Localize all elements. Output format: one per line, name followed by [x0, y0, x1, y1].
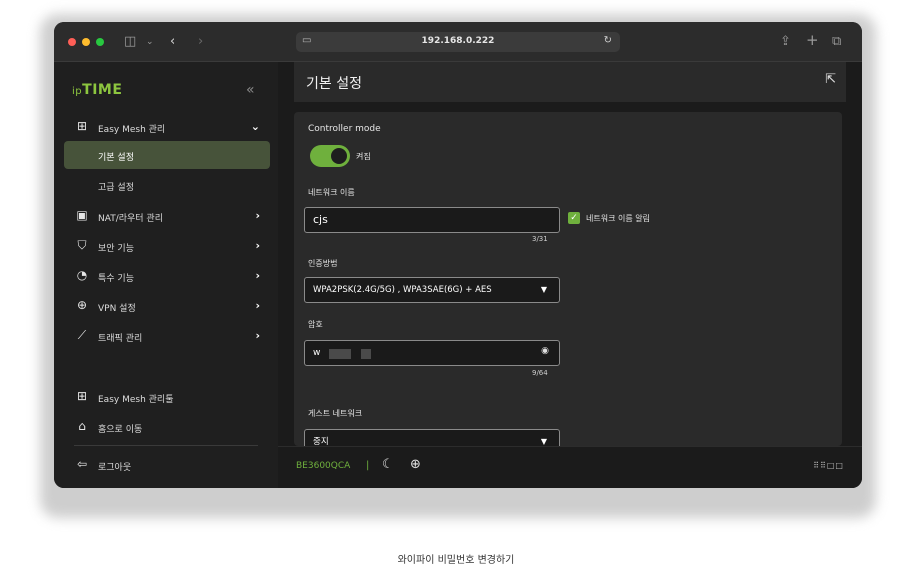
guest-network-select[interactable]: 중지 ▼ — [304, 429, 560, 446]
sidebar-item-advanced-settings[interactable]: 고급 설정 — [64, 171, 270, 199]
sidebar-item-label: 보안 기능 — [98, 244, 134, 254]
logo-prefix: ip — [72, 86, 83, 97]
back-icon[interactable]: ‹ — [170, 33, 175, 51]
network-name-label: 네트워크 이름 — [308, 188, 355, 197]
mesh-network-icon: ⊞ — [76, 389, 88, 403]
sidebar-item-basic-settings[interactable]: 기본 설정 — [64, 141, 270, 169]
chevron-right-icon: › — [255, 209, 260, 222]
password-value: w — [313, 348, 321, 358]
home-icon: ⌂ — [78, 419, 86, 433]
footer-separator: | — [366, 460, 370, 471]
password-input[interactable]: w ◉ — [304, 340, 560, 366]
reload-icon[interactable]: ↻ — [604, 35, 612, 46]
vpn-globe-icon: ⊕ — [76, 298, 88, 312]
network-name-value: cjs — [313, 213, 328, 226]
password-counter: 9/64 — [532, 369, 548, 377]
sidebar-item-label: 로그아웃 — [98, 463, 132, 473]
chevron-down-icon[interactable]: ⌄ — [146, 33, 154, 51]
toggle-knob — [331, 148, 347, 164]
caption: 와이파이 비밀번호 변경하기 — [397, 555, 515, 566]
browser-titlebar: ◫ ⌄ ‹ › ▭ 192.168.0.222 ↻ ⇪ + ⧉ — [54, 22, 862, 62]
address-url: 192.168.0.222 — [421, 36, 495, 46]
auth-method-value: WPA2PSK(2.4G/5G) , WPA3SAE(6G) + AES — [313, 285, 492, 295]
chevron-right-icon: › — [255, 329, 260, 342]
sidebar-item-label: VPN 설정 — [98, 304, 136, 314]
settings-panel: Controller mode 켜짐 네트워크 이름 cjs 3/31 ✓ 네트… — [294, 112, 842, 446]
dark-mode-icon[interactable]: ☾ — [382, 457, 394, 472]
sidebar-item-home[interactable]: ⌂ 홈으로 이동 — [64, 414, 270, 440]
auth-method-label: 인증방법 — [308, 259, 338, 268]
sidebar-item-label: 기본 설정 — [98, 153, 134, 163]
browser-window: ◫ ⌄ ‹ › ▭ 192.168.0.222 ↻ ⇪ + ⧉ ipTIME «… — [54, 22, 862, 488]
page-header: 기본 설정 ⇱ — [294, 62, 846, 102]
status-footer: BE3600QCA | ☾ ⊕ ⠿⠿□□ — [278, 446, 862, 488]
sidebar-item-label: Easy Mesh 관리 — [98, 125, 166, 135]
new-tab-icon[interactable]: + — [806, 31, 819, 49]
logo-text: TIME — [82, 82, 123, 98]
sidebar-item-traffic[interactable]: ⟋ 트래픽 관리 › — [64, 323, 270, 349]
sidebar-item-vpn[interactable]: ⊕ VPN 설정 › — [64, 293, 270, 319]
collapse-sidebar-icon[interactable]: « — [246, 82, 255, 98]
sidebar-item-label: 트래픽 관리 — [98, 334, 143, 344]
sidebar-item-easy-mesh[interactable]: ⊞ Easy Mesh 관리 ⌄ — [64, 114, 270, 140]
sidebar-item-label: 특수 기능 — [98, 274, 134, 284]
gauge-icon: ◔ — [76, 268, 88, 282]
network-name-counter: 3/31 — [532, 235, 548, 243]
page-title: 기본 설정 — [306, 76, 362, 92]
sidebar-item-nat-router[interactable]: ▣ NAT/라우터 관리 › — [64, 203, 270, 229]
sidebar-item-logout[interactable]: ⇦ 로그아웃 — [64, 452, 270, 478]
caret-down-icon: ▼ — [540, 437, 547, 446]
router-icon: ▣ — [76, 208, 88, 222]
broadcast-name-label: 네트워크 이름 알림 — [586, 214, 650, 223]
show-password-icon[interactable]: ◉ — [541, 346, 549, 356]
iptime-logo[interactable]: ipTIME — [72, 82, 122, 98]
sidebar: ipTIME « ⊞ Easy Mesh 관리 ⌄ 기본 설정 고급 설정 ▣ … — [54, 62, 278, 488]
share-icon[interactable]: ⇪ — [780, 33, 791, 51]
logout-icon: ⇦ — [76, 457, 88, 471]
controller-mode-label: Controller mode — [308, 124, 381, 134]
export-icon[interactable]: ⇱ — [825, 72, 836, 87]
mesh-network-icon: ⊞ — [76, 119, 88, 133]
shield-icon: ⛉ — [77, 238, 87, 252]
broadcast-name-checkbox[interactable]: ✓ — [568, 212, 580, 224]
controller-mode-state: 켜짐 — [356, 152, 371, 161]
password-label: 암호 — [308, 320, 323, 329]
chevron-down-icon: ⌄ — [250, 120, 260, 133]
guest-network-label: 게스트 네트워크 — [308, 409, 363, 418]
sidebar-item-label: 고급 설정 — [98, 183, 134, 193]
sidebar-item-security[interactable]: ⛉ 보안 기능 › — [64, 233, 270, 259]
sidebar-toggle-icon[interactable]: ◫ — [124, 33, 136, 51]
sidebar-item-special[interactable]: ◔ 특수 기능 › — [64, 263, 270, 289]
sidebar-divider — [74, 445, 258, 446]
minimize-window-button[interactable] — [82, 38, 90, 46]
zoom-window-button[interactable] — [96, 38, 104, 46]
forward-icon[interactable]: › — [198, 33, 203, 51]
network-name-input[interactable]: cjs — [304, 207, 560, 233]
language-globe-icon[interactable]: ⊕ — [410, 457, 421, 472]
address-bar[interactable]: ▭ 192.168.0.222 ↻ — [296, 32, 620, 52]
sidebar-item-label: 홈으로 이동 — [98, 425, 143, 435]
controller-mode-toggle[interactable] — [310, 145, 350, 167]
traffic-chart-icon: ⟋ — [77, 328, 87, 342]
sidebar-item-label: NAT/라우터 관리 — [98, 214, 163, 224]
chevron-right-icon: › — [255, 239, 260, 252]
main-content: 기본 설정 ⇱ Controller mode 켜짐 네트워크 이름 cjs 3… — [278, 62, 862, 446]
tabs-overview-icon[interactable]: ⧉ — [832, 33, 841, 51]
port-status-icons: ⠿⠿□□ — [813, 461, 844, 470]
sidebar-item-mesh-tool[interactable]: ⊞ Easy Mesh 관리툴 — [64, 384, 270, 410]
chevron-right-icon: › — [255, 269, 260, 282]
sidebar-item-label: Easy Mesh 관리툴 — [98, 395, 174, 405]
password-mask — [361, 349, 371, 359]
auth-method-select[interactable]: WPA2PSK(2.4G/5G) , WPA3SAE(6G) + AES ▼ — [304, 277, 560, 303]
close-window-button[interactable] — [68, 38, 76, 46]
model-name: BE3600QCA — [296, 461, 351, 471]
caret-down-icon: ▼ — [540, 285, 547, 294]
chevron-right-icon: › — [255, 299, 260, 312]
guest-network-value: 중지 — [313, 437, 329, 446]
password-mask — [329, 349, 351, 359]
